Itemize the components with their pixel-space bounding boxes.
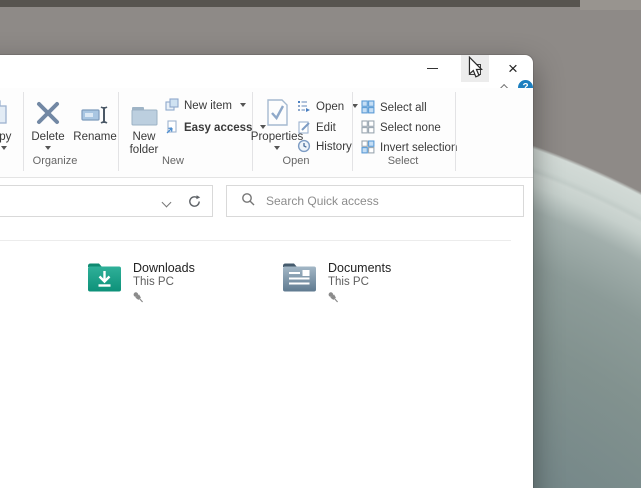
background-top-strip — [0, 0, 580, 7]
dropdown-icon — [1, 146, 7, 153]
downloads-folder-icon — [86, 260, 123, 308]
rename-label: Rename — [73, 131, 116, 144]
item-name: Documents — [328, 261, 391, 275]
copy-to-icon — [0, 92, 12, 128]
select-all-button[interactable]: Select all — [361, 99, 427, 117]
edit-label: Edit — [316, 122, 336, 134]
invert-selection-icon — [361, 140, 375, 157]
dropdown-icon — [45, 146, 51, 153]
new-item-icon — [165, 98, 179, 115]
pin-icon — [325, 289, 342, 306]
history-icon — [297, 139, 311, 156]
rename-icon — [80, 92, 110, 128]
close-button[interactable]: × — [495, 55, 531, 82]
edit-icon — [297, 120, 311, 137]
history-label: History — [316, 141, 352, 153]
easy-access-label: Easy access — [184, 122, 252, 134]
delete-icon — [33, 92, 63, 128]
item-name: Downloads — [133, 261, 195, 275]
open-icon — [297, 99, 311, 116]
history-button[interactable]: History — [297, 138, 352, 156]
group-label-select: Select — [368, 155, 438, 167]
new-item-label: New item — [184, 100, 232, 112]
address-dropdown-icon[interactable] — [162, 198, 172, 208]
minimize-icon — [427, 68, 438, 69]
dropdown-icon — [240, 103, 246, 110]
search-input[interactable] — [264, 193, 488, 209]
copy-to-button[interactable]: Copy to — [0, 92, 22, 170]
search-icon — [241, 192, 255, 211]
close-icon: × — [508, 60, 518, 77]
dropdown-icon — [352, 104, 358, 111]
new-item-button[interactable]: New item — [165, 97, 246, 115]
titlebar[interactable]: × — [0, 55, 533, 85]
easy-access-icon — [165, 120, 179, 137]
group-label-organize: Organize — [20, 155, 90, 167]
refresh-icon[interactable] — [187, 194, 202, 214]
ribbon: Copy to Delete — [0, 88, 533, 178]
properties-icon — [264, 92, 290, 128]
list-item-downloads[interactable]: Downloads This PC — [86, 260, 256, 308]
search-box[interactable] — [226, 185, 524, 217]
select-all-icon — [361, 100, 375, 117]
documents-folder-icon — [281, 260, 318, 308]
list-item-documents[interactable]: Documents This PC — [281, 260, 451, 308]
ribbon-separator — [455, 92, 456, 171]
edit-button[interactable]: Edit — [297, 119, 336, 137]
item-location: This PC — [133, 275, 195, 289]
properties-label: Properties — [251, 131, 303, 144]
new-folder-label-1: New — [132, 131, 155, 144]
ribbon-separator — [352, 92, 353, 171]
navigation-row — [0, 185, 533, 219]
select-all-label: Select all — [380, 102, 427, 114]
open-button[interactable]: Open — [297, 98, 358, 116]
open-label: Open — [316, 101, 344, 113]
desktop: × ? Copy to — [0, 0, 641, 488]
dropdown-icon — [274, 146, 280, 153]
copy-to-label-2: to — [0, 144, 7, 157]
content-divider — [0, 240, 511, 241]
group-label-open: Open — [265, 155, 327, 167]
explorer-window: × ? Copy to — [0, 55, 533, 488]
item-location: This PC — [328, 275, 391, 289]
select-none-label: Select none — [380, 122, 441, 134]
ribbon-separator — [118, 92, 119, 171]
new-folder-icon — [129, 92, 159, 128]
address-bar[interactable] — [0, 185, 213, 217]
delete-label: Delete — [31, 131, 64, 144]
select-none-icon — [361, 120, 375, 137]
pin-icon — [130, 289, 147, 306]
mouse-cursor — [468, 56, 483, 79]
copy-to-label-1: Copy — [0, 131, 11, 144]
select-none-button[interactable]: Select none — [361, 119, 441, 137]
invert-selection-label: Invert selection — [380, 142, 457, 154]
minimize-button[interactable] — [412, 55, 452, 82]
background-top-strip-light — [580, 0, 641, 10]
group-label-new: New — [138, 155, 208, 167]
